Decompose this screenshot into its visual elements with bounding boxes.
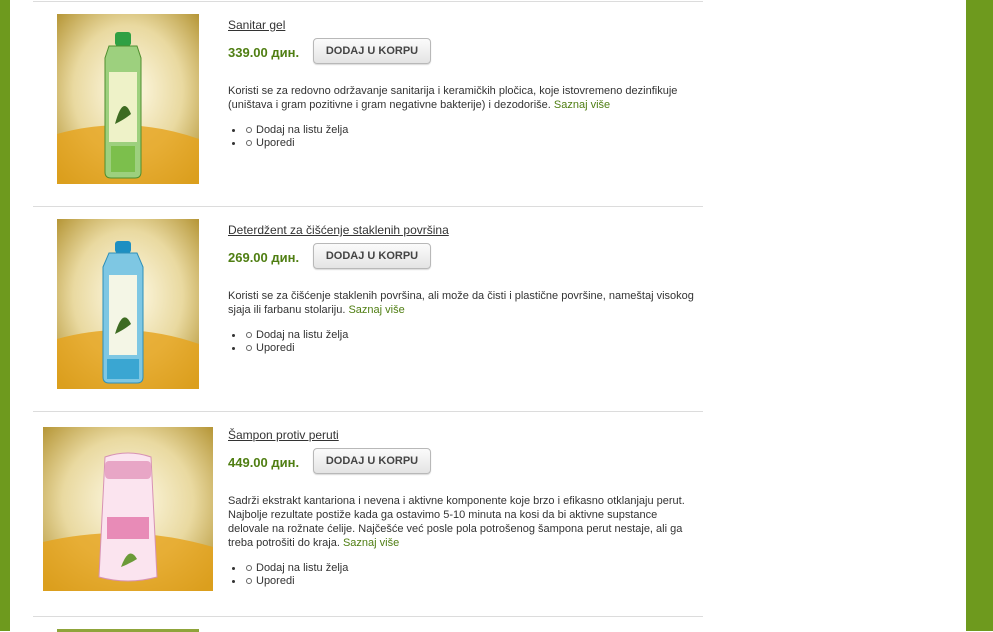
product-price: 449.00 дин. bbox=[228, 455, 300, 470]
add-to-wishlist-link[interactable]: Dodaj na listu želja bbox=[228, 329, 348, 342]
add-to-wishlist-link[interactable]: Dodaj na listu želja bbox=[228, 124, 348, 137]
product-image-sanitar-gel[interactable] bbox=[57, 14, 199, 184]
add-to-cart-button[interactable]: DODAJ U KORPU bbox=[313, 448, 431, 474]
add-to-wishlist-link[interactable]: Dodaj na listu želja bbox=[228, 562, 348, 575]
add-to-cart-button[interactable]: DODAJ U KORPU bbox=[313, 38, 431, 64]
product-info: Deterdžent za čišćenje staklenih površin… bbox=[228, 221, 698, 239]
read-more-link[interactable]: Saznaj više bbox=[554, 99, 610, 111]
compare-label: Uporedi bbox=[256, 342, 295, 354]
product-title[interactable]: Sanitar gel bbox=[228, 18, 285, 32]
bullet-icon bbox=[232, 347, 235, 350]
product-item bbox=[33, 616, 703, 632]
circle-bullet-icon bbox=[246, 565, 252, 571]
description-text: Koristi se za čišćenje staklenih površin… bbox=[228, 290, 694, 316]
product-actions: Dodaj na listu želja Uporedi bbox=[228, 124, 348, 150]
add-to-cart-button[interactable]: DODAJ U KORPU bbox=[313, 243, 431, 269]
bullet-icon bbox=[232, 334, 235, 337]
bullet-icon bbox=[232, 580, 235, 583]
compare-link[interactable]: Uporedi bbox=[228, 342, 348, 355]
product-item: Deterdžent za čišćenje staklenih površin… bbox=[33, 206, 703, 411]
product-item: Šampon protiv peruti 449.00 дин. DODAJ U… bbox=[33, 411, 703, 616]
product-price: 269.00 дин. bbox=[228, 250, 300, 265]
circle-bullet-icon bbox=[246, 127, 252, 133]
left-border bbox=[0, 0, 10, 631]
circle-bullet-icon bbox=[246, 140, 252, 146]
read-more-link[interactable]: Saznaj više bbox=[343, 537, 399, 549]
wishlist-label: Dodaj na listu želja bbox=[256, 329, 349, 341]
bullet-icon bbox=[232, 129, 235, 132]
product-info: Sanitar gel bbox=[228, 16, 698, 34]
circle-bullet-icon bbox=[246, 345, 252, 351]
product-image-sampon[interactable] bbox=[43, 427, 213, 597]
product-image-deterdzent[interactable] bbox=[57, 219, 199, 389]
description-text: Sadrži ekstrakt kantariona i nevena i ak… bbox=[228, 495, 685, 549]
product-title[interactable]: Deterdžent za čišćenje staklenih površin… bbox=[228, 223, 449, 237]
wishlist-label: Dodaj na listu želja bbox=[256, 562, 349, 574]
bullet-icon bbox=[232, 567, 235, 570]
read-more-link[interactable]: Saznaj više bbox=[348, 304, 404, 316]
compare-label: Uporedi bbox=[256, 137, 295, 149]
wishlist-label: Dodaj na listu želja bbox=[256, 124, 349, 136]
product-description: Koristi se za redovno održavanje sanitar… bbox=[228, 84, 698, 112]
compare-label: Uporedi bbox=[256, 575, 295, 587]
product-description: Sadrži ekstrakt kantariona i nevena i ak… bbox=[228, 494, 698, 550]
product-info: Šampon protiv peruti bbox=[228, 426, 698, 444]
compare-link[interactable]: Uporedi bbox=[228, 137, 348, 150]
bullet-icon bbox=[232, 142, 235, 145]
product-list: Sanitar gel 339.00 дин. DODAJ U KORPU Ko… bbox=[10, 0, 966, 632]
product-actions: Dodaj na listu želja Uporedi bbox=[228, 329, 348, 355]
right-border bbox=[966, 0, 993, 631]
product-actions: Dodaj na listu želja Uporedi bbox=[228, 562, 348, 588]
product-price: 339.00 дин. bbox=[228, 45, 300, 60]
product-title[interactable]: Šampon protiv peruti bbox=[228, 428, 339, 442]
product-item: Sanitar gel 339.00 дин. DODAJ U KORPU Ko… bbox=[33, 1, 703, 206]
product-description: Koristi se za čišćenje staklenih površin… bbox=[228, 289, 698, 317]
compare-link[interactable]: Uporedi bbox=[228, 575, 348, 588]
circle-bullet-icon bbox=[246, 578, 252, 584]
circle-bullet-icon bbox=[246, 332, 252, 338]
